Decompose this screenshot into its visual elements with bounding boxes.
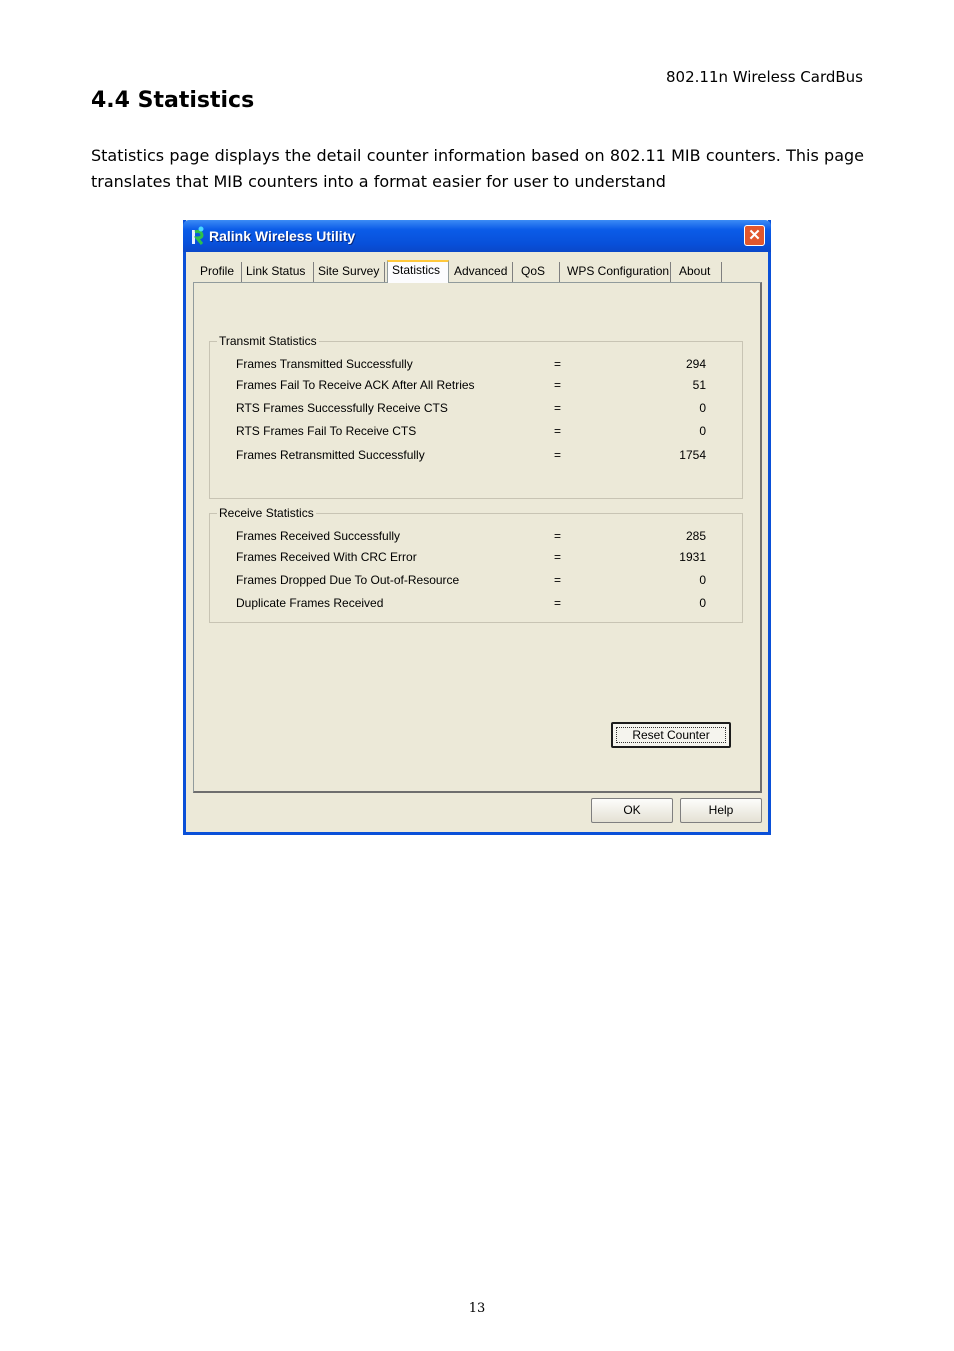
stat-label: Frames Fail To Receive ACK After All Ret… [236, 378, 475, 392]
stat-label: Frames Retransmitted Successfully [236, 448, 425, 462]
stat-value: 0 [699, 401, 706, 415]
stat-row: Duplicate Frames Received = 0 [236, 596, 706, 612]
stat-row: RTS Frames Fail To Receive CTS = 0 [236, 424, 706, 440]
stat-value: 51 [692, 378, 706, 392]
stat-value: 285 [685, 529, 706, 543]
ralink-utility-window: Ralink Wireless Utility ✕ Profile Link S… [183, 220, 771, 835]
stat-value: 0 [699, 573, 706, 587]
stat-value: 1754 [679, 448, 706, 462]
window-title: Ralink Wireless Utility [209, 228, 356, 244]
tab-profile[interactable]: Profile [196, 262, 242, 282]
stat-row: Frames Transmitted Successfully = 294 [236, 357, 706, 373]
transmit-statistics-group: Transmit Statistics Frames Transmitted S… [209, 334, 743, 499]
tab-qos[interactable]: QoS [517, 262, 560, 282]
stat-equals: = [554, 529, 562, 543]
intro-paragraph: Statistics page displays the detail coun… [91, 146, 864, 191]
tab-site-survey[interactable]: Site Survey [314, 262, 385, 282]
tab-advanced[interactable]: Advanced [450, 262, 513, 282]
stat-equals: = [554, 357, 562, 371]
title-bar[interactable]: Ralink Wireless Utility ✕ [183, 220, 771, 252]
ralink-app-icon [192, 226, 204, 245]
section-title: 4.4 Statistics [91, 88, 255, 113]
stat-label: RTS Frames Fail To Receive CTS [236, 424, 417, 438]
stat-row: Frames Fail To Receive ACK After All Ret… [236, 378, 706, 394]
stat-equals: = [554, 424, 562, 438]
tab-about[interactable]: About [675, 262, 722, 282]
reset-counter-label: Reset Counter [616, 727, 726, 743]
close-icon: ✕ [748, 227, 761, 244]
transmit-statistics-title: Transmit Statistics [217, 334, 319, 348]
stat-row: Frames Received With CRC Error = 1931 [236, 550, 706, 566]
stat-equals: = [554, 401, 562, 415]
stat-equals: = [554, 596, 562, 610]
tab-wps-configuration[interactable]: WPS Configuration [563, 262, 671, 282]
stat-label: Frames Dropped Due To Out-of-Resource [236, 573, 460, 587]
receive-statistics-title: Receive Statistics [217, 506, 316, 520]
stat-label: RTS Frames Successfully Receive CTS [236, 401, 448, 415]
stat-value: 0 [699, 596, 706, 610]
stat-label: Frames Transmitted Successfully [236, 357, 413, 371]
stat-row: Frames Received Successfully = 285 [236, 529, 706, 545]
stat-row: Frames Dropped Due To Out-of-Resource = … [236, 573, 706, 589]
stat-equals: = [554, 378, 562, 392]
tab-statistics[interactable]: Statistics [387, 260, 449, 283]
page-number: 13 [468, 1301, 486, 1316]
stat-label: Frames Received With CRC Error [236, 550, 417, 564]
help-button[interactable]: Help [680, 798, 762, 823]
stat-row: Frames Retransmitted Successfully = 1754 [236, 448, 706, 464]
stat-label: Frames Received Successfully [236, 529, 401, 543]
tab-link-status[interactable]: Link Status [242, 262, 314, 282]
stat-equals: = [554, 573, 562, 587]
receive-statistics-group: Receive Statistics Frames Received Succe… [209, 506, 743, 623]
close-button[interactable]: ✕ [744, 225, 765, 246]
stat-value: 0 [699, 424, 706, 438]
reset-counter-button[interactable]: Reset Counter [611, 722, 731, 748]
stat-value: 294 [685, 357, 706, 371]
stat-row: RTS Frames Successfully Receive CTS = 0 [236, 401, 706, 417]
ok-button[interactable]: OK [591, 798, 673, 823]
page-header: 802.11n Wireless CardBus [666, 68, 863, 86]
stat-equals: = [554, 448, 562, 462]
statistics-panel: Transmit Statistics Frames Transmitted S… [193, 282, 762, 793]
stat-label: Duplicate Frames Received [236, 596, 384, 610]
stat-equals: = [554, 550, 562, 564]
stat-value: 1931 [679, 550, 706, 564]
